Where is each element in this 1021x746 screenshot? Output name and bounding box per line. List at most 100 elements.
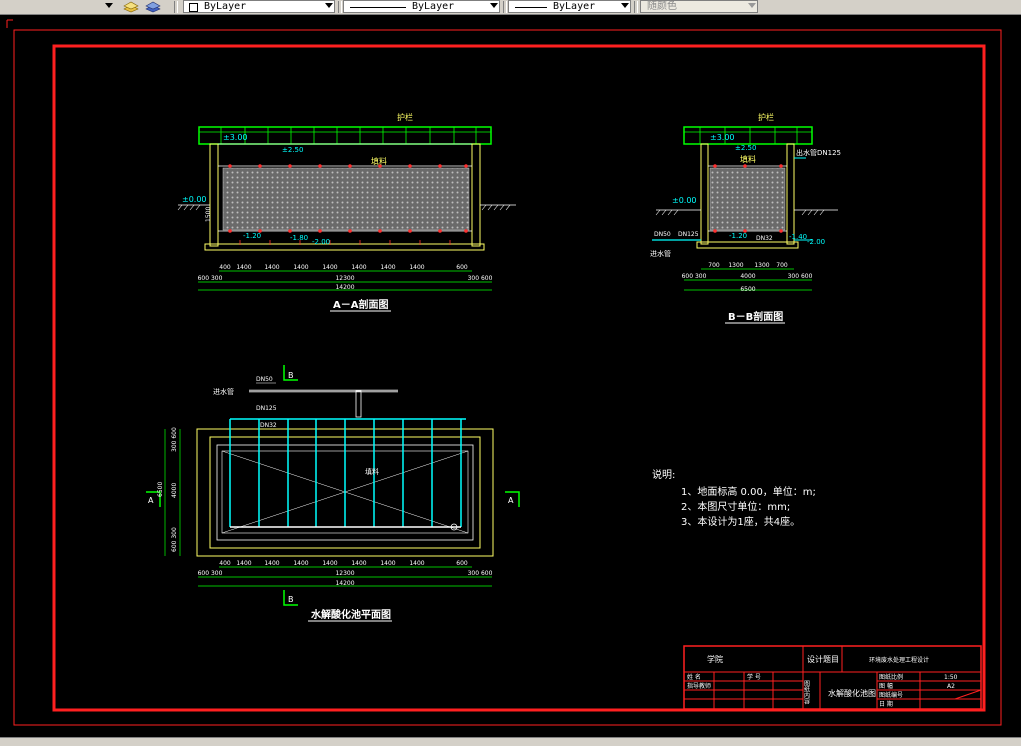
- svg-text:400: 400: [219, 264, 231, 271]
- svg-text:日 期: 日 期: [879, 700, 893, 708]
- svg-text:说明:: 说明:: [652, 468, 675, 481]
- linetype-combo-value: ByLayer: [412, 1, 455, 12]
- svg-text:1400: 1400: [264, 264, 279, 271]
- svg-text:14200: 14200: [335, 284, 354, 291]
- svg-text:300 600: 300 600: [468, 275, 493, 282]
- svg-text:水解酸化池平面图: 水解酸化池平面图: [310, 608, 391, 621]
- properties-toolbar: ByLayer ByLayer ByLayer 随颜色: [0, 0, 1021, 15]
- svg-text:-1.80: -1.80: [290, 234, 308, 242]
- svg-text:DN32: DN32: [260, 422, 277, 429]
- color-combo[interactable]: ByLayer: [183, 0, 335, 13]
- svg-text:2、本图尺寸单位：mm;: 2、本图尺寸单位：mm;: [681, 500, 790, 513]
- svg-text:护栏: 护栏: [397, 112, 413, 122]
- title-block: 学院 设计题目 环境废水处理工程设计 姓 名 指导教师 学 号 图纸内容 水解酸…: [683, 645, 982, 710]
- svg-text:1400: 1400: [409, 264, 424, 271]
- svg-text:1400: 1400: [293, 560, 308, 567]
- svg-text:A－A剖面图: A－A剖面图: [333, 298, 388, 311]
- svg-text:1400: 1400: [236, 264, 251, 271]
- toolbar-separator: [634, 1, 638, 13]
- svg-text:±0.00: ±0.00: [182, 195, 207, 204]
- svg-text:DN32: DN32: [756, 235, 773, 242]
- svg-text:环境废水处理工程设计: 环境废水处理工程设计: [869, 656, 929, 664]
- lineweight-preview-icon: [515, 7, 547, 8]
- make-layer-current-icon[interactable]: [123, 0, 139, 13]
- section-bb: 护栏 填料 ±3.00 ±2.50 出水管DN125 ±0.00 DN50 DN…: [650, 112, 841, 324]
- svg-text:1400: 1400: [293, 264, 308, 271]
- svg-text:600 300: 600 300: [198, 275, 223, 282]
- svg-text:1400: 1400: [409, 560, 424, 567]
- svg-text:6500: 6500: [740, 286, 755, 293]
- svg-text:4000: 4000: [171, 483, 178, 498]
- svg-text:填料: 填料: [371, 156, 387, 166]
- svg-text:-1.20: -1.20: [243, 232, 261, 240]
- linetype-preview-icon: [350, 7, 406, 8]
- svg-text:学 号: 学 号: [747, 673, 761, 681]
- svg-text:12300: 12300: [335, 275, 354, 282]
- svg-text:1400: 1400: [380, 560, 395, 567]
- layer-previous-icon[interactable]: [145, 0, 163, 13]
- chevron-down-icon: [490, 3, 498, 8]
- plotstyle-combo[interactable]: 随颜色: [640, 0, 758, 13]
- svg-text:12300: 12300: [335, 570, 354, 577]
- svg-text:DN125: DN125: [256, 405, 277, 412]
- svg-text:300 600: 300 600: [171, 427, 178, 452]
- svg-text:400: 400: [219, 560, 231, 567]
- svg-text:A2: A2: [947, 683, 955, 690]
- svg-text:护栏: 护栏: [758, 112, 774, 122]
- svg-text:4000: 4000: [740, 273, 755, 280]
- svg-text:图纸内容: 图纸内容: [803, 680, 810, 705]
- svg-text:填料: 填料: [740, 154, 756, 164]
- plotstyle-combo-value: 随颜色: [647, 1, 677, 12]
- svg-text:学院: 学院: [707, 654, 723, 664]
- svg-text:姓 名: 姓 名: [687, 673, 701, 681]
- svg-text:±3.00: ±3.00: [223, 133, 248, 142]
- svg-text:A: A: [508, 496, 514, 505]
- lineweight-combo-value: ByLayer: [553, 1, 596, 12]
- svg-text:1400: 1400: [351, 264, 366, 271]
- svg-text:-2.00: -2.00: [807, 238, 825, 246]
- svg-text:A: A: [148, 496, 154, 505]
- toolbar-separator: [503, 1, 507, 13]
- svg-text:B－B剖面图: B－B剖面图: [728, 310, 783, 323]
- chevron-down-icon: [325, 3, 333, 8]
- svg-text:±3.00: ±3.00: [710, 133, 735, 142]
- svg-text:14200: 14200: [335, 580, 354, 587]
- svg-text:1、地面标高 0.00，单位：m;: 1、地面标高 0.00，单位：m;: [681, 485, 816, 498]
- svg-text:1400: 1400: [322, 560, 337, 567]
- svg-text:700: 700: [708, 262, 720, 269]
- svg-text:6500: 6500: [157, 482, 164, 497]
- svg-text:±2.50: ±2.50: [282, 146, 303, 154]
- svg-text:出水管DN125: 出水管DN125: [796, 148, 841, 157]
- svg-text:600 300: 600 300: [198, 570, 223, 577]
- svg-text:DN125: DN125: [678, 231, 699, 238]
- svg-text:300 600: 300 600: [788, 273, 813, 280]
- svg-text:1400: 1400: [236, 560, 251, 567]
- svg-text:设计题目: 设计题目: [807, 654, 839, 664]
- svg-text:-2.00: -2.00: [312, 238, 330, 246]
- svg-text:水解酸化池图: 水解酸化池图: [828, 688, 876, 698]
- section-aa: 护栏 填料 ±3.00 ±2.50 ±0.00 -1.20 -1.80 -2.0…: [177, 112, 516, 312]
- paper-frame: [6, 19, 1002, 726]
- svg-text:填料: 填料: [365, 467, 379, 476]
- svg-text:1500: 1500: [205, 207, 212, 222]
- lineweight-combo[interactable]: ByLayer: [508, 0, 631, 13]
- svg-text:1300: 1300: [754, 262, 769, 269]
- svg-text:-1.40: -1.40: [789, 233, 807, 241]
- color-swatch-icon: [189, 3, 198, 12]
- svg-text:-1.20: -1.20: [729, 232, 747, 240]
- svg-text:600 300: 600 300: [171, 527, 178, 552]
- svg-text:3、本设计为1座，共4座。: 3、本设计为1座，共4座。: [681, 515, 800, 528]
- svg-text:1:50: 1:50: [944, 674, 958, 681]
- design-notes: 说明: 1、地面标高 0.00，单位：m; 2、本图尺寸单位：mm; 3、本设计…: [652, 468, 816, 528]
- svg-text:图 幅: 图 幅: [879, 682, 893, 690]
- svg-text:进水管: 进水管: [650, 249, 671, 258]
- layer-combo-arrow[interactable]: [104, 0, 114, 13]
- linetype-combo[interactable]: ByLayer: [343, 0, 500, 13]
- drawing-canvas[interactable]: 护栏 填料 ±3.00 ±2.50 ±0.00 -1.20 -1.80 -2.0…: [0, 14, 1021, 737]
- svg-text:700: 700: [776, 262, 788, 269]
- svg-text:进水管: 进水管: [213, 387, 234, 396]
- toolbar-separator: [338, 1, 342, 13]
- svg-text:1400: 1400: [380, 264, 395, 271]
- svg-text:600: 600: [456, 264, 468, 271]
- svg-text:1400: 1400: [264, 560, 279, 567]
